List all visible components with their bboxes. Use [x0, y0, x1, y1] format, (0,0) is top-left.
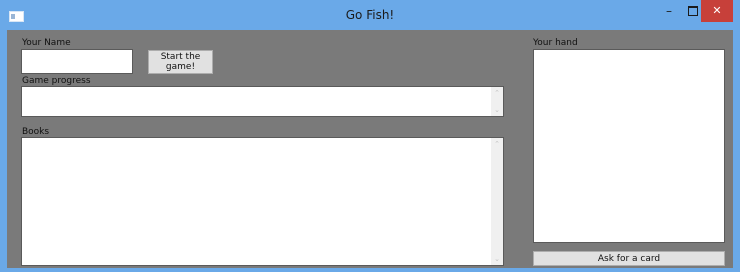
scroll-up-icon[interactable]: ⌃ [493, 140, 501, 148]
hand-listbox[interactable] [533, 49, 725, 243]
books-scrollbar[interactable]: ⌃ ⌄ [491, 138, 503, 265]
start-game-button[interactable]: Start the game! [148, 50, 213, 74]
client-area: Your Name Start the game! Game progress … [7, 30, 733, 268]
books-box[interactable]: ⌃ ⌄ [21, 137, 504, 266]
your-name-input[interactable] [21, 49, 133, 74]
close-button[interactable]: ✕ [701, 0, 733, 22]
minimize-button[interactable]: – [657, 0, 681, 22]
scroll-up-icon[interactable]: ⌃ [493, 89, 501, 97]
title-bar[interactable]: Go Fish! – ✕ [0, 0, 740, 30]
scroll-down-icon[interactable]: ⌄ [493, 106, 501, 114]
ask-for-card-button[interactable]: Ask for a card [533, 251, 725, 266]
your-hand-label: Your hand [533, 38, 578, 48]
scroll-down-icon[interactable]: ⌄ [493, 255, 501, 263]
game-progress-scrollbar[interactable]: ⌃ ⌄ [491, 87, 503, 116]
your-name-label: Your Name [22, 38, 71, 48]
window-title: Go Fish! [345, 8, 395, 22]
game-progress-label: Game progress [22, 76, 91, 86]
game-progress-box[interactable]: ⌃ ⌄ [21, 86, 504, 117]
app-window: Go Fish! – ✕ Your Name Start the game! G… [0, 0, 740, 272]
books-label: Books [22, 127, 50, 137]
maximize-icon [688, 6, 698, 16]
